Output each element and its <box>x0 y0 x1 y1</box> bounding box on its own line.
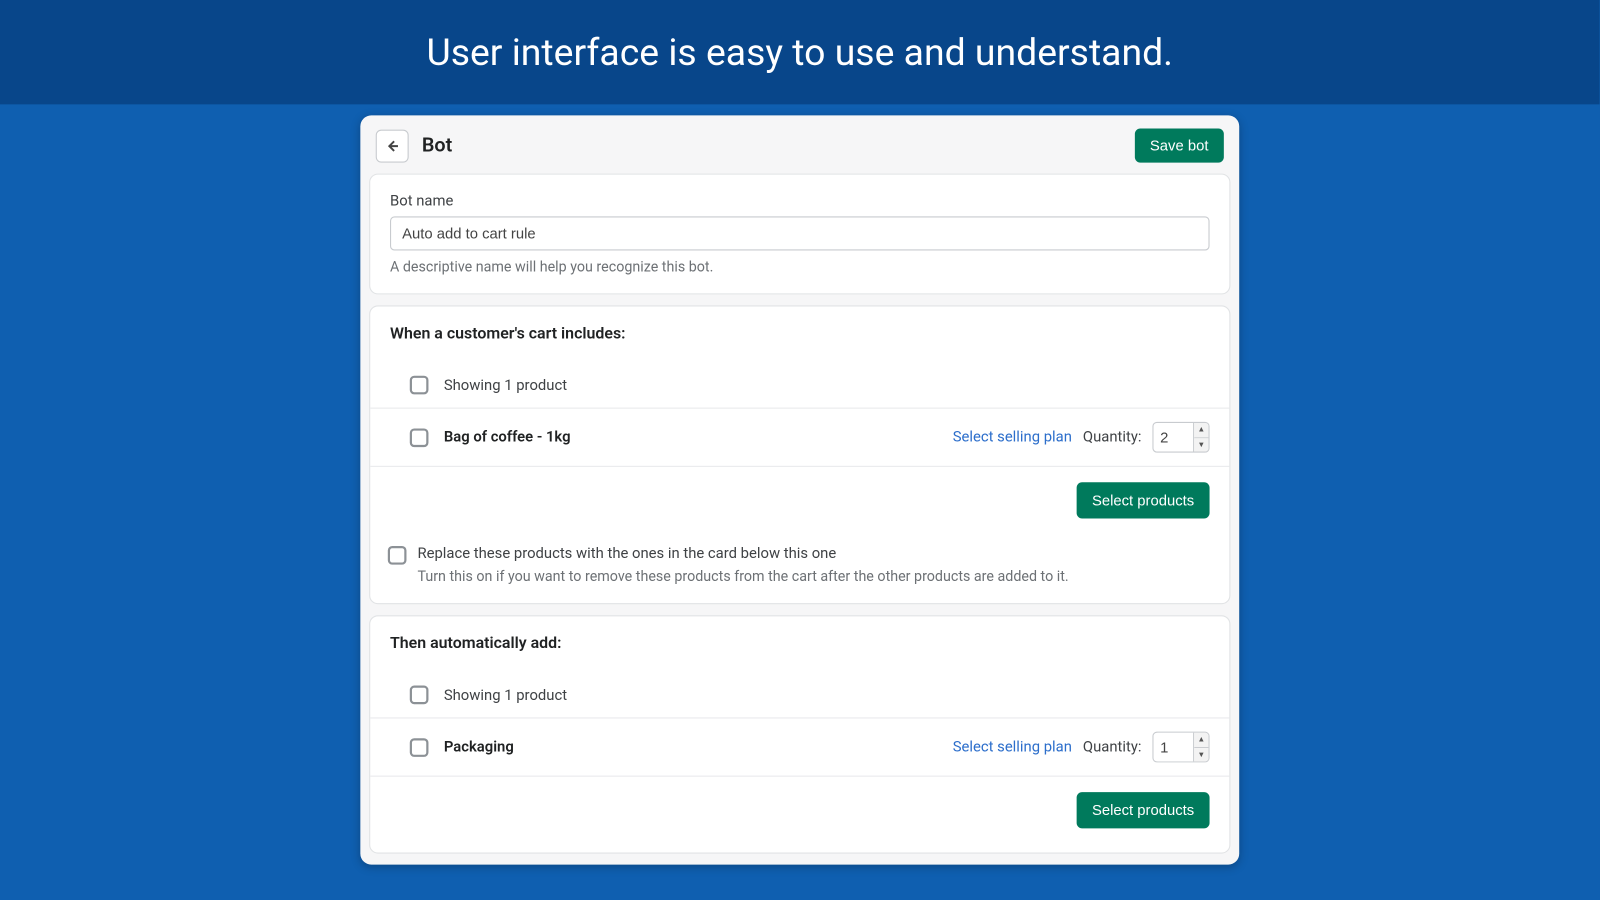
bot-name-card: Bot name A descriptive name will help yo… <box>369 174 1230 295</box>
action-showing-text: Showing 1 product <box>444 686 567 704</box>
action-product-row: Packaging Select selling plan Quantity: … <box>370 718 1229 776</box>
page-title: Bot <box>422 134 452 157</box>
action-select-products-button[interactable]: Select products <box>1077 792 1210 828</box>
condition-select-all-checkbox[interactable] <box>410 376 429 395</box>
action-product-list: Showing 1 product Packaging Select selli… <box>370 672 1229 776</box>
condition-quantity-label: Quantity: <box>1083 428 1142 446</box>
action-card: Then automatically add: Showing 1 produc… <box>369 615 1230 853</box>
panel-header: Bot Save bot <box>360 115 1239 173</box>
action-quantity-stepper[interactable]: ▲ ▼ <box>1152 732 1209 763</box>
condition-product-list: Showing 1 product Bag of coffee - 1kg Se… <box>370 363 1229 467</box>
condition-title: When a customer's cart includes: <box>390 324 1210 343</box>
replace-products-checkbox[interactable] <box>388 546 407 565</box>
stepper-up-icon[interactable]: ▲ <box>1194 423 1208 438</box>
condition-quantity-stepper[interactable]: ▲ ▼ <box>1152 422 1209 453</box>
action-select-selling-plan-link[interactable]: Select selling plan <box>953 738 1072 756</box>
condition-showing-text: Showing 1 product <box>444 376 567 394</box>
bot-name-helper: A descriptive name will help you recogni… <box>390 259 1210 275</box>
hero-banner: User interface is easy to use and unders… <box>0 0 1600 104</box>
stepper-down-icon[interactable]: ▼ <box>1194 748 1208 762</box>
replace-products-helper: Turn this on if you want to remove these… <box>417 569 1209 585</box>
action-select-all-checkbox[interactable] <box>410 686 429 705</box>
condition-product-checkbox[interactable] <box>410 428 429 447</box>
hero-title: User interface is easy to use and unders… <box>426 30 1173 74</box>
stepper-up-icon[interactable]: ▲ <box>1194 733 1208 748</box>
arrow-left-icon <box>385 138 400 153</box>
condition-quantity-input[interactable] <box>1154 423 1194 452</box>
save-bot-button[interactable]: Save bot <box>1135 129 1224 163</box>
condition-product-name: Bag of coffee - 1kg <box>444 428 571 446</box>
bot-name-label: Bot name <box>390 192 1210 210</box>
condition-header-row: Showing 1 product <box>370 363 1229 409</box>
action-quantity-label: Quantity: <box>1083 738 1142 756</box>
action-quantity-input[interactable] <box>1154 733 1194 762</box>
action-product-checkbox[interactable] <box>410 738 429 757</box>
bot-name-input[interactable] <box>390 216 1210 250</box>
condition-product-row: Bag of coffee - 1kg Select selling plan … <box>370 409 1229 467</box>
condition-select-selling-plan-link[interactable]: Select selling plan <box>953 428 1072 446</box>
replace-products-label: Replace these products with the ones in … <box>417 545 836 563</box>
condition-card: When a customer's cart includes: Showing… <box>369 305 1230 604</box>
condition-select-products-button[interactable]: Select products <box>1077 482 1210 518</box>
action-header-row: Showing 1 product <box>370 672 1229 718</box>
bot-editor-panel: Bot Save bot Bot name A descriptive name… <box>360 115 1239 864</box>
action-title: Then automatically add: <box>390 634 1210 653</box>
back-button[interactable] <box>376 129 409 162</box>
action-product-name: Packaging <box>444 738 514 756</box>
stepper-down-icon[interactable]: ▼ <box>1194 438 1208 452</box>
